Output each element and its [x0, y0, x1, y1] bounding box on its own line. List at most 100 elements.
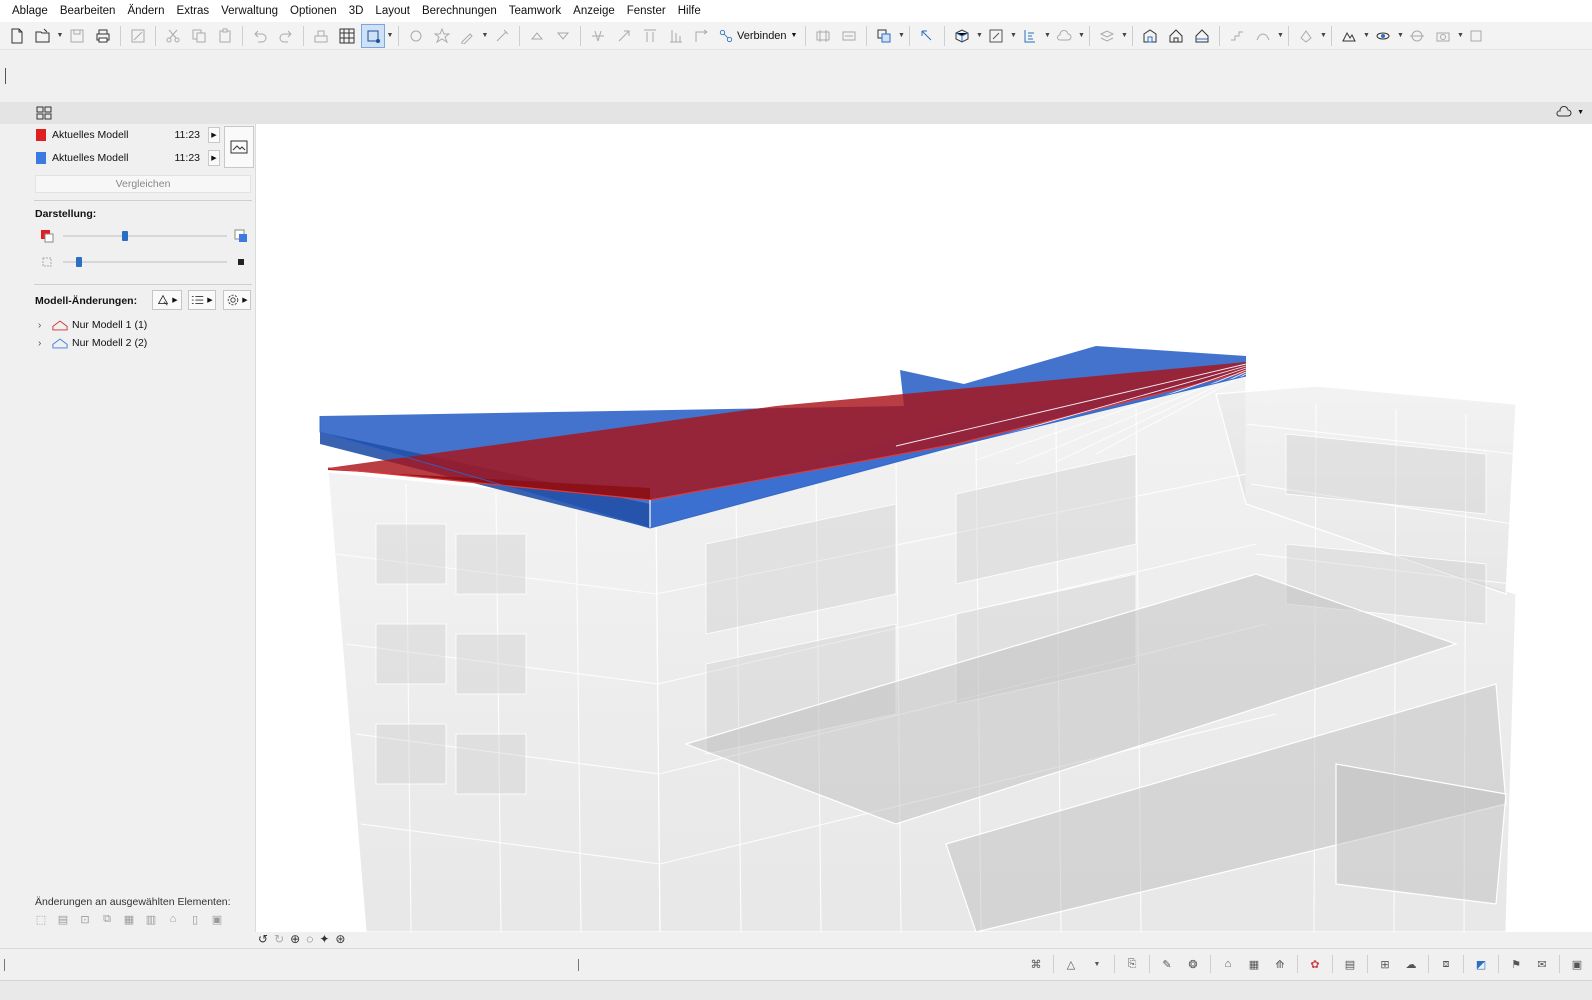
cloud-sync-icon[interactable]: ☁	[1402, 955, 1420, 973]
roof-icon[interactable]: ⌂	[166, 912, 180, 926]
menu-item-3d[interactable]: 3D	[343, 0, 370, 22]
list-options-button[interactable]: ▶	[188, 290, 216, 310]
document-icon[interactable]: ▯	[188, 912, 202, 926]
filter-elements-button[interactable]: ▶	[152, 290, 182, 310]
compare-button[interactable]: Vergleichen	[35, 175, 251, 193]
model-2-menu-button[interactable]: ▶	[208, 150, 220, 166]
chevron-down-icon[interactable]: ▼	[1396, 32, 1404, 39]
colored-globe-icon[interactable]: ✿	[1306, 955, 1324, 973]
wall-icon[interactable]: ▤	[56, 912, 70, 926]
syringe-icon[interactable]	[490, 24, 514, 48]
display-options-icon[interactable]: ⎘	[1123, 955, 1141, 973]
model-1-menu-button[interactable]: ▶	[208, 127, 220, 143]
menu-item-ablage[interactable]: Ablage	[6, 0, 54, 22]
chevron-right-icon[interactable]: ›	[38, 338, 48, 349]
menu-item-anzeige[interactable]: Anzeige	[567, 0, 621, 22]
slab-icon[interactable]: ▦	[122, 912, 136, 926]
new-file-icon[interactable]	[5, 24, 29, 48]
cloud-icon[interactable]	[1052, 24, 1076, 48]
transparency-slider[interactable]	[36, 253, 252, 271]
orbit-icon[interactable]	[1371, 24, 1395, 48]
3d-view-icon[interactable]	[950, 24, 974, 48]
connect-dropdown[interactable]: Verbinden ▼	[715, 24, 801, 48]
favorites-icon[interactable]	[430, 24, 454, 48]
zoom-fit-icon[interactable]: ⊛	[335, 932, 345, 946]
tree-item-model-1[interactable]: › Nur Modell 1 (1)	[38, 316, 147, 334]
display-order-icon[interactable]	[872, 24, 896, 48]
floor-plan-icon[interactable]	[1138, 24, 1162, 48]
renovation-icon[interactable]: ❂	[1184, 955, 1202, 973]
view-map-icon[interactable]: ⧈	[1437, 955, 1455, 973]
menu-item-ändern[interactable]: Ändern	[121, 0, 170, 22]
menu-item-berechnungen[interactable]: Berechnungen	[416, 0, 503, 22]
menu-item-bearbeiten[interactable]: Bearbeiten	[54, 0, 122, 22]
tree-item-model-2[interactable]: › Nur Modell 2 (2)	[38, 334, 147, 352]
menu-item-optionen[interactable]: Optionen	[284, 0, 343, 22]
more-tools-icon[interactable]	[1465, 24, 1489, 48]
elevation-icon[interactable]	[1018, 24, 1042, 48]
settings-button[interactable]: ▶	[223, 290, 251, 310]
explore-icon[interactable]	[1405, 24, 1429, 48]
chevron-down-icon[interactable]: ▼	[1319, 32, 1327, 39]
redo-view-icon[interactable]: ↻	[274, 932, 284, 946]
hatch-icon[interactable]: ▥	[144, 912, 158, 926]
copy-icon[interactable]	[187, 24, 211, 48]
grid-icon[interactable]	[335, 24, 359, 48]
3d-filter-icon[interactable]: ◩	[1472, 955, 1490, 973]
shell-icon[interactable]	[1251, 24, 1275, 48]
zoom-in-icon[interactable]: ⊕	[290, 932, 300, 946]
distribute-icon[interactable]	[664, 24, 688, 48]
adjust-icon[interactable]	[612, 24, 636, 48]
grid-view-icon[interactable]: ⊞	[1376, 955, 1394, 973]
chevron-down-icon[interactable]: ▼	[481, 32, 489, 39]
split-icon[interactable]	[586, 24, 610, 48]
swap-view-button[interactable]	[224, 126, 254, 168]
chevron-down-icon[interactable]: ▼	[1077, 32, 1085, 39]
pen-set-icon[interactable]: ⌘	[1027, 955, 1045, 973]
door-icon[interactable]: ⧉	[100, 912, 114, 926]
eyedropper-icon[interactable]	[456, 24, 480, 48]
orbit-mode-icon[interactable]: ◌	[306, 932, 313, 946]
model-view-icon[interactable]: △	[1062, 955, 1080, 973]
structural-display-icon[interactable]: ▦	[1245, 955, 1263, 973]
menu-item-layout[interactable]: Layout	[369, 0, 416, 22]
chevron-down-icon[interactable]: ▼	[1009, 32, 1017, 39]
chevron-down-icon[interactable]: ▼	[1088, 955, 1106, 973]
tab-overview-icon[interactable]	[36, 106, 52, 120]
move-down-icon[interactable]	[551, 24, 575, 48]
transparency-slider-thumb[interactable]	[76, 257, 83, 267]
view-options-dropdown[interactable]: ▼	[1555, 105, 1584, 119]
snap-guides-icon[interactable]	[361, 23, 385, 48]
building-model-3d[interactable]	[256, 124, 1592, 932]
graphic-override-icon[interactable]: ⌂	[1219, 955, 1237, 973]
publish-icon[interactable]	[126, 24, 150, 48]
select-icon[interactable]: ⬚	[34, 912, 48, 926]
chevron-down-icon[interactable]: ▼	[975, 32, 983, 39]
select-arrow-icon[interactable]	[915, 24, 939, 48]
house-section-icon[interactable]	[1190, 24, 1214, 48]
overlay-slider-thumb[interactable]	[122, 231, 129, 241]
flag-icon[interactable]: ⚑	[1507, 955, 1525, 973]
move-up-icon[interactable]	[525, 24, 549, 48]
section-icon[interactable]	[984, 24, 1008, 48]
chevron-down-icon[interactable]: ▼	[1276, 32, 1284, 39]
cut-icon[interactable]	[161, 24, 185, 48]
layer-icon[interactable]: ▣	[210, 912, 224, 926]
open-file-icon[interactable]	[31, 24, 55, 48]
menu-item-teamwork[interactable]: Teamwork	[503, 0, 567, 22]
layer-settings-icon[interactable]	[309, 24, 333, 48]
align-icon[interactable]	[638, 24, 662, 48]
morph-icon[interactable]	[1294, 24, 1318, 48]
layer-combination-icon[interactable]: ▤	[1341, 955, 1359, 973]
chevron-down-icon[interactable]: ▼	[1120, 32, 1128, 39]
chevron-down-icon[interactable]: ▼	[56, 32, 64, 39]
menu-item-verwaltung[interactable]: Verwaltung	[215, 0, 284, 22]
chevron-down-icon[interactable]: ▼	[1043, 32, 1051, 39]
chevron-down-icon[interactable]: ▼	[386, 32, 394, 39]
layers-icon[interactable]	[1095, 24, 1119, 48]
menu-item-hilfe[interactable]: Hilfe	[672, 0, 707, 22]
window-icon[interactable]: ⊡	[78, 912, 92, 926]
chevron-right-icon[interactable]: ›	[38, 320, 48, 331]
house-icon[interactable]	[1164, 24, 1188, 48]
camera-icon[interactable]	[1431, 24, 1455, 48]
